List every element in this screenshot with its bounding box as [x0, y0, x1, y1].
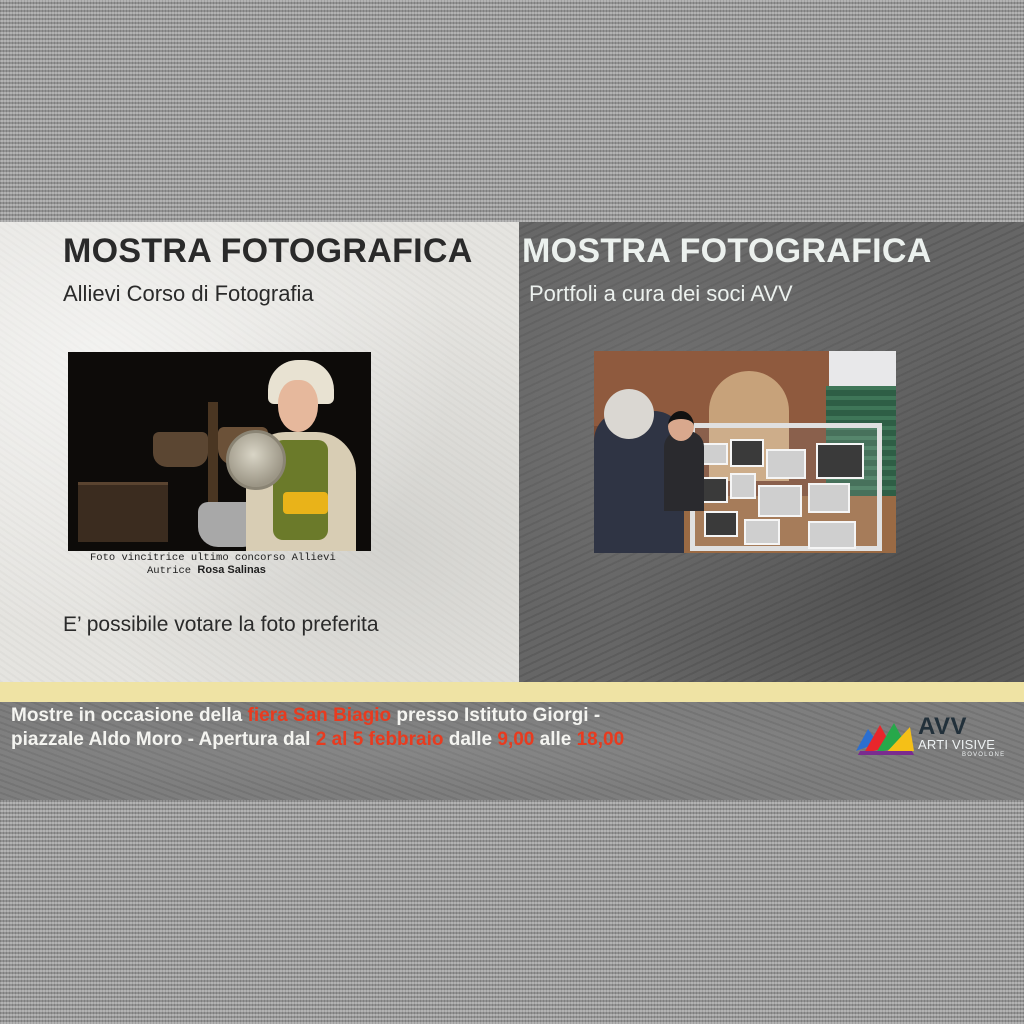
yellow-divider-strip: [0, 682, 1024, 702]
exhibition-photo: [594, 351, 896, 553]
photo-woman-head: [668, 411, 694, 441]
event-text: alle: [534, 729, 577, 750]
photo-man-head: [604, 389, 654, 439]
board-photo: [808, 521, 856, 549]
board-photo: [766, 449, 806, 479]
left-title: MOSTRA FOTOGRAFICA: [63, 232, 473, 270]
event-highlight-close-time: 18,00: [576, 729, 625, 750]
winning-photo: [68, 352, 371, 551]
board-photo: [744, 519, 780, 545]
logo-town: BOVOLONE: [962, 752, 1006, 758]
board-photo: [808, 483, 850, 513]
avv-logo-mark-icon: [856, 723, 914, 755]
event-info-line-2: piazzale Aldo Moro - Apertura dal 2 al 5…: [11, 728, 624, 752]
board-photo: [758, 485, 802, 517]
event-text: Mostre in occasione della: [11, 705, 248, 726]
vote-text: E’ possibile votare la foto preferita: [63, 613, 379, 636]
photo-woman: [664, 431, 704, 511]
event-highlight-dates: 2 al 5 febbraio: [315, 729, 444, 750]
board-photo: [704, 511, 738, 537]
photo-caption: Foto vincitrice ultimo concorso Allievi …: [90, 552, 380, 577]
photo-girl-face: [278, 380, 318, 432]
top-texture-background: [0, 0, 1024, 222]
event-highlight-open-time: 9,00: [497, 729, 535, 750]
right-title: MOSTRA FOTOGRAFICA: [522, 232, 932, 270]
event-info-line-1: Mostre in occasione della fiera San Biag…: [11, 704, 624, 728]
board-photo: [730, 473, 756, 499]
photo-plate: [226, 430, 286, 490]
caption-author-line: Autrice Rosa Salinas: [90, 564, 380, 577]
event-text: presso Istituto Giorgi -: [391, 705, 601, 726]
right-subtitle: Portfoli a cura dei soci AVV: [529, 281, 793, 306]
photo-girl-sash: [283, 492, 328, 514]
bottom-texture-background: [0, 800, 1024, 1024]
event-text: piazzale Aldo Moro - Apertura dal: [11, 729, 316, 750]
board-photo: [730, 439, 764, 467]
photo-window: [829, 351, 896, 391]
avv-logo: AVV ARTI VISIVE BOVOLONE: [854, 713, 1014, 761]
event-text: dalle: [443, 729, 498, 750]
left-subtitle: Allievi Corso di Fotografia: [63, 281, 314, 306]
photo-pot: [153, 432, 208, 467]
board-photo: [816, 443, 864, 479]
event-info-text: Mostre in occasione della fiera San Biag…: [11, 704, 624, 752]
caption-line: Foto vincitrice ultimo concorso Allievi: [90, 552, 336, 564]
caption-author-name: Rosa Salinas: [197, 564, 266, 576]
event-highlight-fair: fiera San Biagio: [247, 705, 392, 726]
photo-shelf: [78, 482, 168, 542]
caption-author-prefix: Autrice: [147, 565, 192, 577]
logo-subtitle: ARTI VISIVE: [918, 737, 996, 752]
